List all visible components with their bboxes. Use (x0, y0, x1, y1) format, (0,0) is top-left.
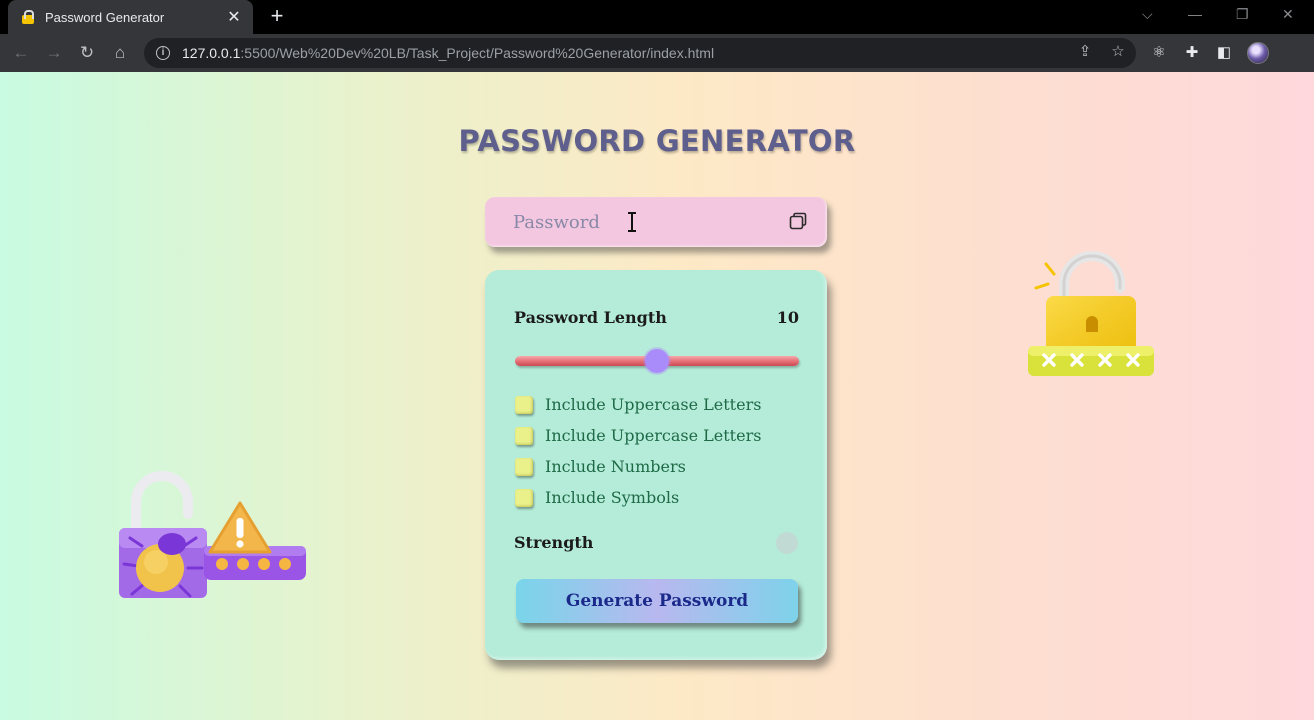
minimize-icon[interactable]: — (1188, 6, 1202, 22)
password-display (485, 197, 827, 247)
address-bar[interactable]: i 127.0.0.1:5500/Web%20Dev%20LB/Task_Pro… (144, 38, 1136, 68)
reload-icon[interactable]: ↻ (76, 42, 98, 64)
length-slider-thumb[interactable] (645, 349, 669, 373)
profile-avatar[interactable] (1247, 42, 1269, 64)
generate-password-button[interactable]: Generate Password (516, 579, 798, 623)
home-icon[interactable]: ⌂ (109, 42, 131, 64)
tab-close-icon[interactable]: ✕ (225, 7, 243, 27)
url-host: 127.0.0.1 (182, 45, 241, 61)
option-uppercase[interactable]: Include Uppercase Letters (515, 395, 761, 414)
tab-search-icon[interactable]: ⌵ (1142, 6, 1153, 23)
strength-label: Strength (514, 533, 594, 552)
tab-title: Password Generator (45, 9, 165, 25)
forward-icon[interactable]: → (43, 42, 65, 64)
url-path: :5500/Web%20Dev%20LB/Task_Project/Passwo… (240, 45, 715, 61)
lock-favicon-icon (20, 9, 36, 25)
open-padlock-illustration (1028, 251, 1154, 376)
page-viewport: PASSWORD GENERATOR Password Length 10 In… (0, 72, 1314, 720)
text-cursor-icon (628, 212, 636, 232)
bug-lock-warning-illustration (119, 471, 306, 598)
back-icon[interactable]: ← (10, 42, 32, 64)
page-title: PASSWORD GENERATOR (458, 124, 856, 158)
option-label: Include Uppercase Letters (545, 395, 762, 414)
option-checkbox[interactable] (515, 457, 533, 476)
restore-icon[interactable]: ❐ (1236, 6, 1249, 23)
site-info-icon[interactable]: i (156, 46, 170, 60)
share-icon[interactable]: ⇪ (1075, 42, 1095, 60)
strength-indicator (776, 532, 798, 554)
option-checkbox[interactable] (515, 488, 533, 507)
option-checkbox[interactable] (515, 395, 533, 414)
browser-tab[interactable]: Password Generator ✕ (8, 0, 253, 34)
copy-icon[interactable] (788, 211, 808, 231)
option-checkbox[interactable] (515, 426, 533, 445)
browser-tab-bar: Password Generator ✕ + ⌵ — ❐ ✕ (0, 0, 1314, 34)
new-tab-icon[interactable]: + (266, 5, 288, 27)
option-label: Include Uppercase Letters (545, 426, 762, 445)
password-length-value: 10 (776, 308, 799, 327)
bookmark-star-icon[interactable]: ☆ (1108, 42, 1128, 60)
browser-toolbar: ← → ↻ ⌂ i 127.0.0.1:5500/Web%20Dev%20LB/… (0, 34, 1314, 72)
window-close-icon[interactable]: ✕ (1282, 6, 1294, 23)
side-panel-icon[interactable]: ◧ (1213, 42, 1235, 64)
option-numbers[interactable]: Include Numbers (515, 457, 686, 476)
option-uppercase-2[interactable]: Include Uppercase Letters (515, 426, 761, 445)
length-slider[interactable] (515, 349, 799, 373)
option-label: Include Numbers (545, 457, 686, 476)
settings-panel: Password Length 10 Include Uppercase Let… (485, 270, 827, 660)
react-devtools-icon[interactable]: ⚛ (1148, 42, 1170, 64)
extensions-puzzle-icon[interactable]: ✚ (1181, 42, 1203, 64)
option-label: Include Symbols (545, 488, 680, 507)
option-symbols[interactable]: Include Symbols (515, 488, 679, 507)
password-length-label: Password Length (514, 308, 667, 327)
